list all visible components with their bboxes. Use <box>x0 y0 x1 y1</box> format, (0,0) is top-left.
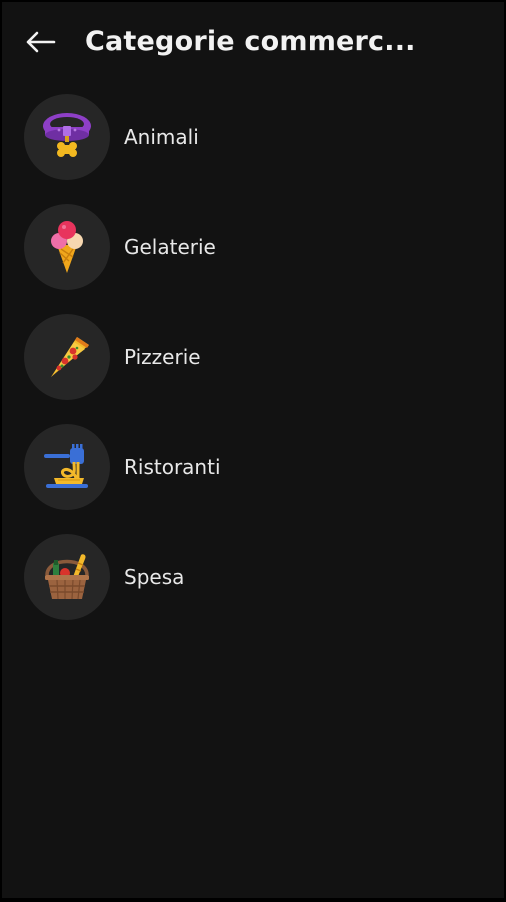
category-item-pizzerie[interactable]: Pizzerie <box>2 314 504 424</box>
category-label: Spesa <box>124 565 185 589</box>
ice-cream-cone-icon <box>51 221 83 273</box>
category-label: Ristoranti <box>124 455 221 479</box>
app-screen: Categorie commerc... Animali Gelaterie P… <box>2 2 504 898</box>
category-item-gelaterie[interactable]: Gelaterie <box>2 204 504 314</box>
arrow-left-icon <box>26 31 56 53</box>
category-item-spesa[interactable]: Spesa <box>2 534 504 644</box>
app-bar: Categorie commerc... <box>2 2 504 86</box>
pasta-fork-icon <box>44 444 88 488</box>
grocery-basket-icon <box>45 554 89 600</box>
category-item-ristoranti[interactable]: Ristoranti <box>2 424 504 534</box>
category-icon-container <box>24 314 110 400</box>
category-icon-container <box>24 94 110 180</box>
category-label: Gelaterie <box>124 235 216 259</box>
category-icon-container <box>24 204 110 290</box>
page-title: Categorie commerc... <box>85 26 416 57</box>
category-item-animali[interactable]: Animali <box>2 94 504 204</box>
category-label: Animali <box>124 125 199 149</box>
category-icon-container <box>24 424 110 510</box>
pet-collar-icon <box>43 113 91 157</box>
pizza-slice-icon <box>51 337 89 377</box>
category-label: Pizzerie <box>124 345 201 369</box>
category-list: Animali Gelaterie Pizzerie Ristoranti Sp… <box>2 94 504 644</box>
category-icon-container <box>24 534 110 620</box>
back-button[interactable] <box>20 24 60 60</box>
